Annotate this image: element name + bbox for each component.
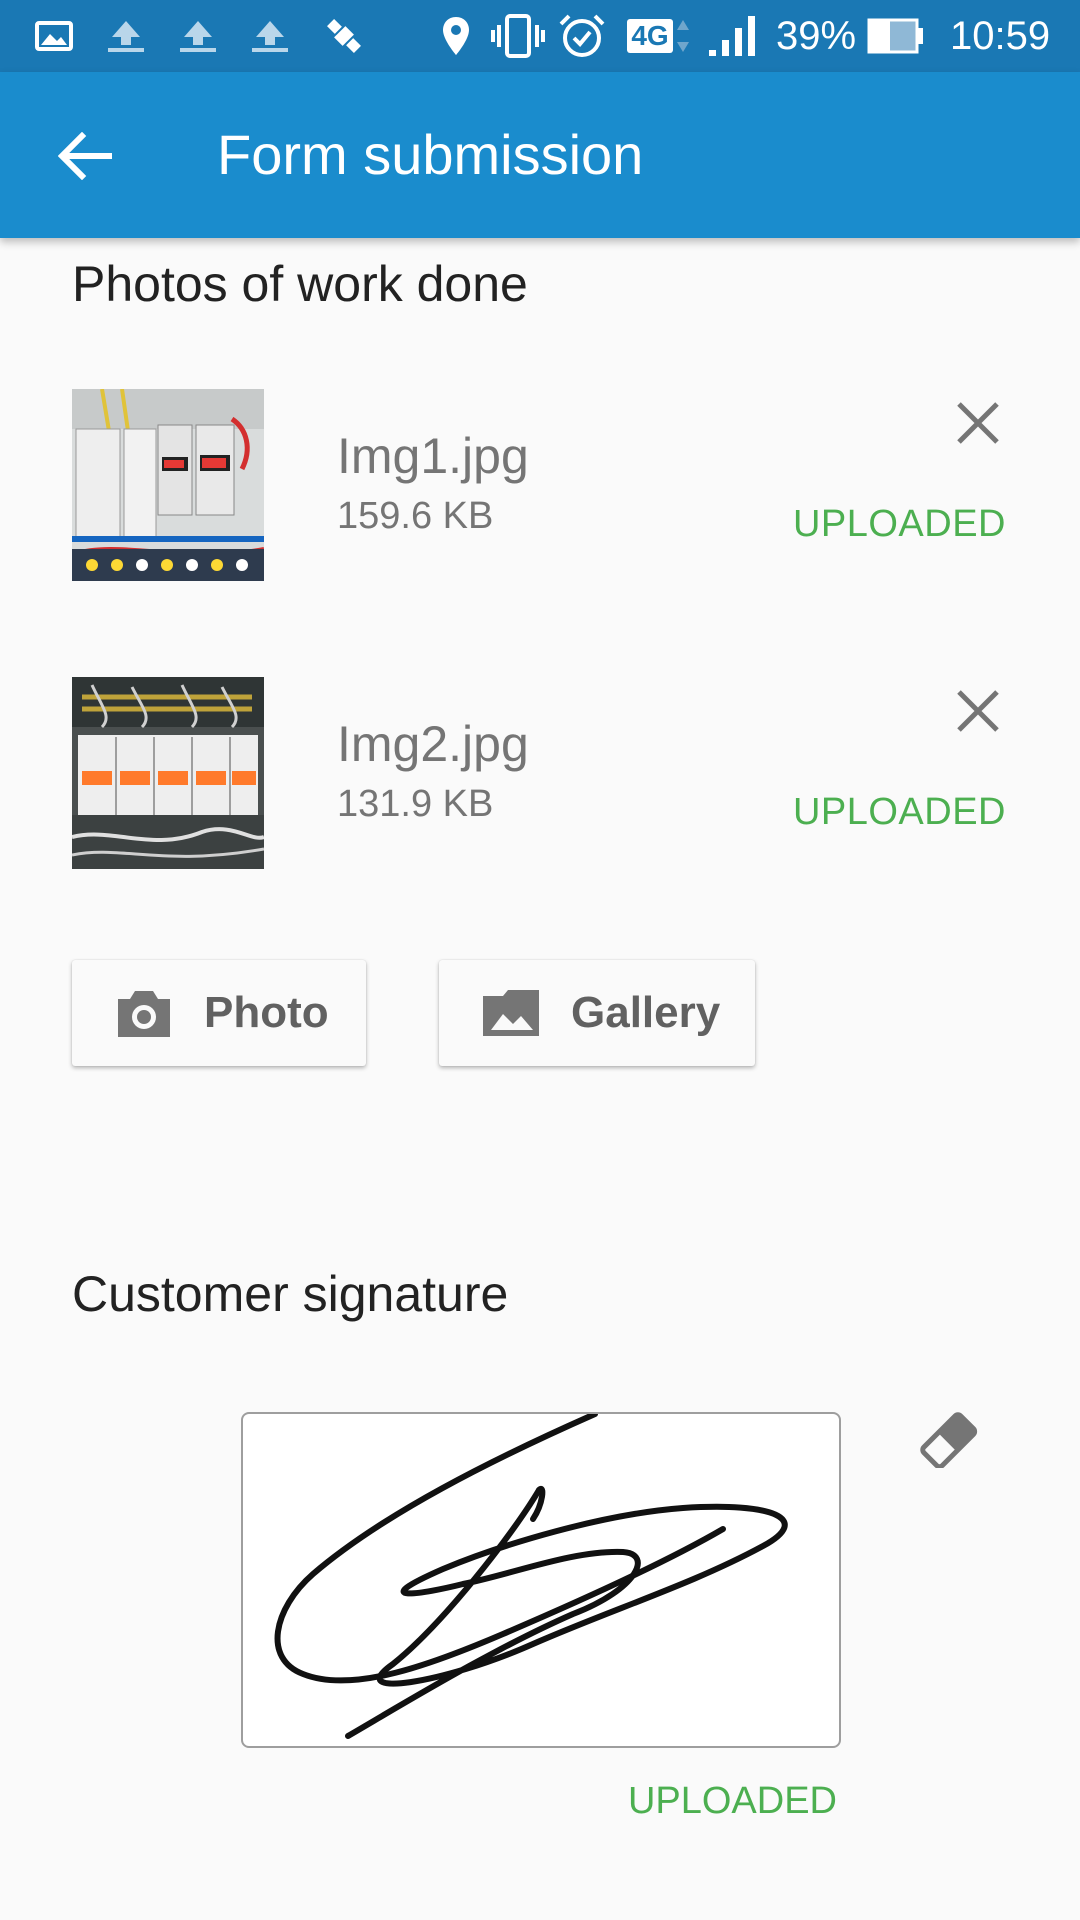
arrow-back-icon — [58, 132, 112, 180]
upload-icon — [178, 14, 218, 58]
signature-upload-status: UPLOADED — [627, 1780, 837, 1822]
signature-drawing — [274, 1414, 788, 1739]
file-name: Img2.jpg — [337, 716, 529, 772]
upload-icon — [250, 14, 290, 58]
image-icon — [479, 981, 543, 1045]
signature-section-title: Customer signature — [72, 1266, 509, 1322]
battery-percent: 39% — [776, 14, 857, 58]
eraser-icon — [920, 1412, 978, 1468]
clear-signature-button[interactable] — [912, 1404, 984, 1476]
file-row: Img1.jpg 159.6 KB UPLOADED — [0, 389, 1080, 585]
gallery-icon — [34, 14, 74, 58]
network-4g-label: 4G — [627, 19, 673, 53]
photo-button-label: Photo — [204, 988, 329, 1037]
photo-thumbnail[interactable] — [72, 677, 264, 869]
alarm-icon — [556, 14, 608, 58]
signal-icon — [706, 14, 762, 58]
app-bar: Form submission — [0, 72, 1080, 238]
file-size: 159.6 KB — [337, 495, 494, 537]
remove-file-button[interactable] — [944, 389, 1012, 457]
file-name: Img1.jpg — [337, 428, 529, 484]
upload-status: UPLOADED — [792, 503, 1006, 545]
close-icon — [957, 690, 999, 732]
file-row: Img2.jpg 131.9 KB UPLOADED — [0, 677, 1080, 873]
camera-icon — [112, 981, 176, 1045]
satellite-icon — [320, 14, 368, 58]
take-photo-button[interactable]: Photo — [72, 960, 366, 1066]
battery-icon — [866, 14, 926, 58]
back-button[interactable] — [40, 116, 130, 196]
clock: 10:59 — [950, 14, 1051, 58]
form-submission-screen: 4G 39% 10:59 Form submission Photos of w… — [0, 0, 1080, 1920]
remove-file-button[interactable] — [944, 677, 1012, 745]
file-size: 131.9 KB — [337, 783, 494, 825]
page-title: Form submission — [217, 123, 644, 186]
location-icon — [440, 14, 472, 58]
close-icon — [957, 402, 999, 444]
gallery-button-label: Gallery — [571, 988, 721, 1037]
upload-status: UPLOADED — [792, 791, 1006, 833]
upload-icon — [106, 14, 146, 58]
vibrate-icon — [488, 14, 548, 58]
gallery-button[interactable]: Gallery — [439, 960, 755, 1066]
photos-section-title: Photos of work done — [72, 256, 528, 312]
photo-thumbnail[interactable] — [72, 389, 264, 581]
signature-pad[interactable] — [241, 1412, 841, 1748]
status-bar: 4G 39% 10:59 — [0, 0, 1080, 72]
network-4g-icon: 4G — [624, 14, 694, 58]
